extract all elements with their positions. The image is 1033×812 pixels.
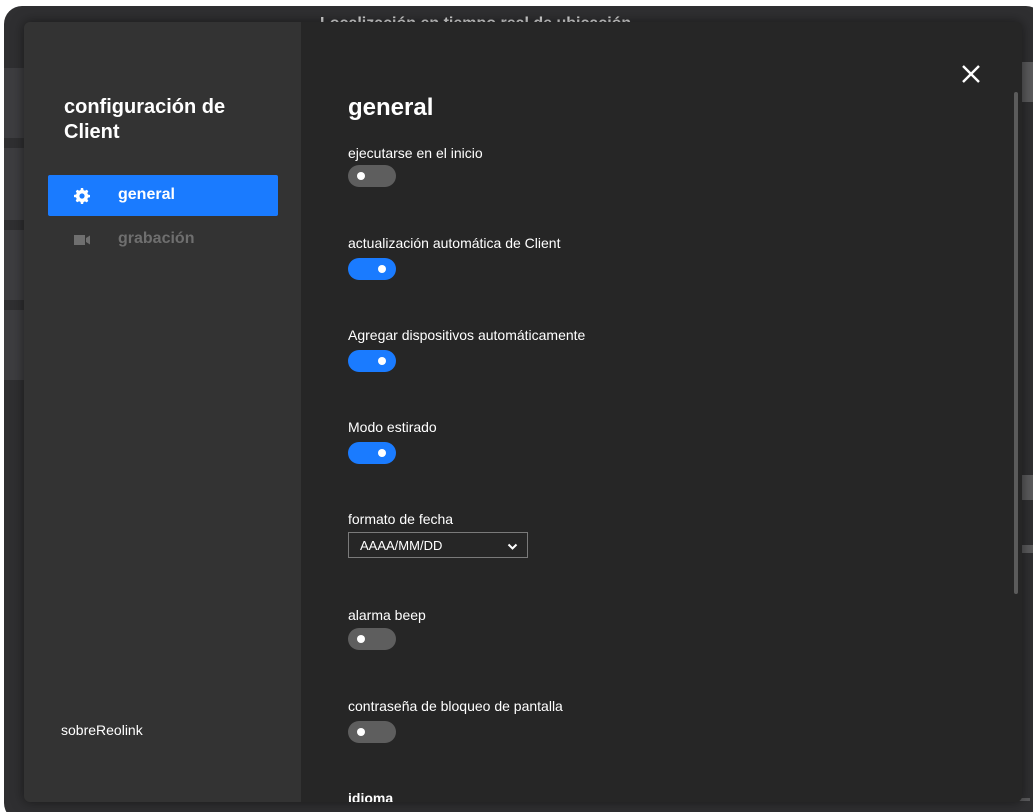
chevron-down-icon xyxy=(507,540,518,551)
toggle-knob xyxy=(378,357,386,365)
section-title: general xyxy=(348,94,434,121)
settings-content: general ejecutarse en el inicio actualiz… xyxy=(301,22,1022,802)
beep-alarm-toggle[interactable] xyxy=(348,628,396,650)
about-link[interactable]: sobreReolink xyxy=(61,722,143,738)
settings-dialog: configuración de Client general grabació… xyxy=(24,22,1022,802)
setting-label-auto-add-devices: Agregar dispositivos automáticamente xyxy=(348,327,586,343)
video-camera-icon xyxy=(74,232,90,248)
setting-label-language: idioma xyxy=(348,790,394,802)
auto-add-devices-toggle[interactable] xyxy=(348,350,396,372)
setting-label-beep-alarm: alarma beep xyxy=(348,607,426,623)
startup-toggle[interactable] xyxy=(348,165,396,187)
close-icon[interactable] xyxy=(959,62,983,86)
screen: Localización en tiempo real de ubicación… xyxy=(0,0,1033,812)
auto-update-toggle[interactable] xyxy=(348,258,396,280)
setting-label-auto-update: actualización automática de Client xyxy=(348,235,561,251)
sidebar-item-label: grabación xyxy=(118,230,195,247)
stretch-mode-toggle[interactable] xyxy=(348,442,396,464)
toggle-knob xyxy=(357,728,365,736)
sidebar-title: configuración de Client xyxy=(64,96,226,143)
setting-label-startup: ejecutarse en el inicio xyxy=(348,145,483,161)
sidebar-item-general[interactable]: general xyxy=(48,175,278,216)
settings-sidebar: configuración de Client general grabació… xyxy=(24,22,301,802)
setting-label-screen-lock-password: contraseña de bloqueo de pantalla xyxy=(348,698,563,714)
date-format-value: AAAA/MM/DD xyxy=(360,538,443,553)
screen-lock-password-toggle[interactable] xyxy=(348,721,396,743)
sidebar-item-recording[interactable]: grabación xyxy=(48,219,278,260)
scrollbar[interactable] xyxy=(1014,92,1018,594)
toggle-knob xyxy=(378,449,386,457)
toggle-knob xyxy=(357,635,365,643)
toggle-knob xyxy=(378,265,386,273)
setting-label-date-format: formato de fecha xyxy=(348,511,454,527)
setting-label-stretch-mode: Modo estirado xyxy=(348,419,437,435)
date-format-select[interactable]: AAAA/MM/DD xyxy=(348,532,528,558)
toggle-knob xyxy=(357,172,365,180)
gear-icon xyxy=(74,188,91,204)
sidebar-item-label: general xyxy=(118,186,175,203)
